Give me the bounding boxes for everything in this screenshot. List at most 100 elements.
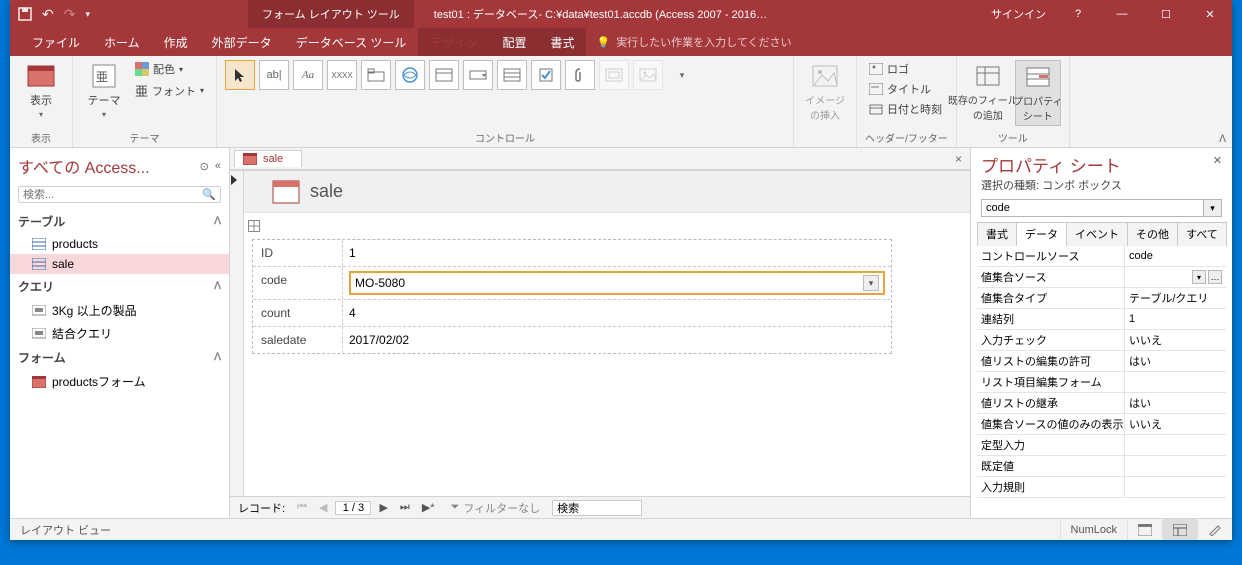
close-icon[interactable]: ✕ bbox=[1209, 152, 1226, 169]
filter-indicator[interactable]: ⏷フィルターなし bbox=[451, 500, 541, 516]
property-value[interactable]: code bbox=[1125, 246, 1226, 266]
nav-item-query-join[interactable]: 結合クエリ bbox=[10, 322, 229, 345]
record-selector-bar[interactable] bbox=[230, 171, 244, 496]
field-saledate-value[interactable] bbox=[349, 333, 885, 347]
property-row[interactable]: 入力規則 bbox=[977, 477, 1226, 498]
nav-search[interactable]: 🔍 bbox=[18, 186, 221, 203]
design-view-button[interactable] bbox=[1197, 519, 1232, 540]
nav-category-forms[interactable]: フォームᐱ bbox=[10, 345, 229, 370]
form-row-count[interactable]: count bbox=[253, 300, 891, 327]
record-position-input[interactable] bbox=[335, 501, 371, 515]
dropdown-icon[interactable]: ▾ bbox=[1204, 199, 1222, 217]
close-button[interactable]: ✕ bbox=[1188, 0, 1232, 28]
checkbox-control-icon[interactable] bbox=[531, 60, 561, 90]
insert-image-button[interactable]: イメージ の挿入 bbox=[802, 60, 848, 124]
nav-header[interactable]: すべての Access... ⊙« bbox=[10, 148, 229, 184]
field-id-value[interactable] bbox=[349, 246, 885, 260]
property-row[interactable]: 連結列1 bbox=[977, 309, 1226, 330]
property-value[interactable] bbox=[1125, 372, 1226, 392]
tab-dbtools[interactable]: データベース ツール bbox=[284, 28, 419, 56]
first-record-button[interactable]: ⏮ bbox=[293, 501, 311, 514]
prop-tab-event[interactable]: イベント bbox=[1066, 222, 1128, 246]
button-control-icon[interactable]: XXXX bbox=[327, 60, 357, 90]
tab-design[interactable]: デザイン bbox=[418, 28, 490, 56]
field-count-value[interactable] bbox=[349, 306, 885, 320]
property-value[interactable]: いいえ bbox=[1125, 330, 1226, 350]
property-value[interactable] bbox=[1125, 435, 1226, 455]
property-row[interactable]: 値集合ソースの値のみの表示いいえ bbox=[977, 414, 1226, 435]
property-row[interactable]: 値集合タイプテーブル/クエリ bbox=[977, 288, 1226, 309]
redo-icon[interactable]: ↷ bbox=[64, 6, 76, 23]
tab-control-icon[interactable] bbox=[361, 60, 391, 90]
property-value[interactable]: テーブル/クエリ bbox=[1125, 288, 1226, 308]
collapse-icon[interactable]: ᐱ bbox=[214, 281, 221, 292]
dropdown-icon[interactable]: ▾ bbox=[1192, 270, 1206, 284]
fonts-button[interactable]: 亜フォント ▾ bbox=[131, 80, 208, 101]
colors-button[interactable]: 配色 ▾ bbox=[131, 60, 208, 78]
document-tab-sale[interactable]: sale bbox=[234, 150, 302, 167]
property-row[interactable]: 値リストの編集の許可はい bbox=[977, 351, 1226, 372]
title-button[interactable]: タイトル bbox=[865, 80, 946, 98]
code-combobox-input[interactable] bbox=[355, 276, 863, 290]
attachment-control-icon[interactable] bbox=[565, 60, 595, 90]
last-record-button[interactable]: ⏭ bbox=[396, 501, 414, 514]
minimize-button[interactable]: — bbox=[1100, 0, 1144, 28]
code-combobox[interactable]: ▾ bbox=[349, 271, 885, 295]
undo-icon[interactable]: ↶ bbox=[42, 6, 54, 23]
tab-file[interactable]: ファイル bbox=[20, 28, 92, 56]
combobox-control-icon[interactable] bbox=[463, 60, 493, 90]
dropdown-icon[interactable]: ▾ bbox=[863, 275, 879, 291]
help-button[interactable]: ? bbox=[1056, 0, 1100, 28]
maximize-button[interactable]: ☐ bbox=[1144, 0, 1188, 28]
logo-button[interactable]: ロゴ bbox=[865, 60, 946, 78]
hyperlink-control-icon[interactable] bbox=[395, 60, 425, 90]
close-tab-button[interactable]: × bbox=[947, 152, 970, 166]
collapse-ribbon-icon[interactable]: ᐱ bbox=[1219, 134, 1226, 145]
layout-selector-icon[interactable] bbox=[248, 220, 260, 232]
property-row[interactable]: コントロールソースcode bbox=[977, 246, 1226, 267]
property-row[interactable]: 入力チェックいいえ bbox=[977, 330, 1226, 351]
nav-item-products[interactable]: products bbox=[10, 234, 229, 254]
property-value[interactable]: はい bbox=[1125, 393, 1226, 413]
property-row[interactable]: リスト項目編集フォーム bbox=[977, 372, 1226, 393]
prev-record-button[interactable]: ◀ bbox=[315, 501, 331, 514]
select-tool-icon[interactable] bbox=[225, 60, 255, 90]
property-row[interactable]: 値集合ソース▾… bbox=[977, 267, 1226, 288]
nav-category-tables[interactable]: テーブルᐱ bbox=[10, 209, 229, 234]
nav-collapse-icon[interactable]: « bbox=[215, 160, 221, 173]
nav-item-productsform[interactable]: productsフォーム bbox=[10, 370, 229, 393]
qat-dropdown-icon[interactable]: ▾ bbox=[85, 9, 90, 20]
tab-arrange[interactable]: 配置 bbox=[490, 28, 538, 56]
nav-category-queries[interactable]: クエリᐱ bbox=[10, 274, 229, 299]
prop-tab-other[interactable]: その他 bbox=[1127, 222, 1178, 246]
textbox-control-icon[interactable]: ab| bbox=[259, 60, 289, 90]
nav-item-query-3kg[interactable]: 3Kg 以上の製品 bbox=[10, 299, 229, 322]
listbox-control-icon[interactable] bbox=[497, 60, 527, 90]
signin-link[interactable]: サインイン bbox=[981, 6, 1056, 22]
save-icon[interactable] bbox=[18, 7, 32, 21]
nav-search-input[interactable] bbox=[23, 189, 202, 201]
add-fields-button[interactable]: 既存のフィールド の追加 bbox=[965, 60, 1011, 124]
label-control-icon[interactable]: Aa bbox=[293, 60, 323, 90]
layout-view-button[interactable] bbox=[1162, 519, 1197, 540]
tab-home[interactable]: ホーム bbox=[92, 28, 152, 56]
record-search-input[interactable] bbox=[552, 500, 642, 516]
tab-external[interactable]: 外部データ bbox=[200, 28, 284, 56]
next-record-button[interactable]: ▶ bbox=[375, 501, 391, 514]
themes-button[interactable]: 亜 テーマ ▾ bbox=[81, 60, 127, 121]
property-object-input[interactable] bbox=[981, 199, 1204, 217]
property-value[interactable]: ▾… bbox=[1125, 267, 1226, 287]
property-value[interactable]: いいえ bbox=[1125, 414, 1226, 434]
property-value[interactable]: 1 bbox=[1125, 309, 1226, 329]
datetime-button[interactable]: 日付と時刻 bbox=[865, 100, 946, 118]
form-row-saledate[interactable]: saledate bbox=[253, 327, 891, 353]
property-row[interactable]: 既定値 bbox=[977, 456, 1226, 477]
navigation-control-icon[interactable] bbox=[429, 60, 459, 90]
tab-create[interactable]: 作成 bbox=[152, 28, 200, 56]
view-button[interactable]: 表示 ▾ bbox=[18, 60, 64, 121]
builder-button[interactable]: … bbox=[1208, 270, 1222, 284]
nav-menu-icon[interactable]: ⊙ bbox=[200, 160, 209, 173]
prop-tab-all[interactable]: すべて bbox=[1177, 222, 1227, 246]
property-object-selector[interactable]: ▾ bbox=[981, 199, 1222, 217]
more-controls-icon[interactable]: ▾ bbox=[667, 60, 697, 90]
